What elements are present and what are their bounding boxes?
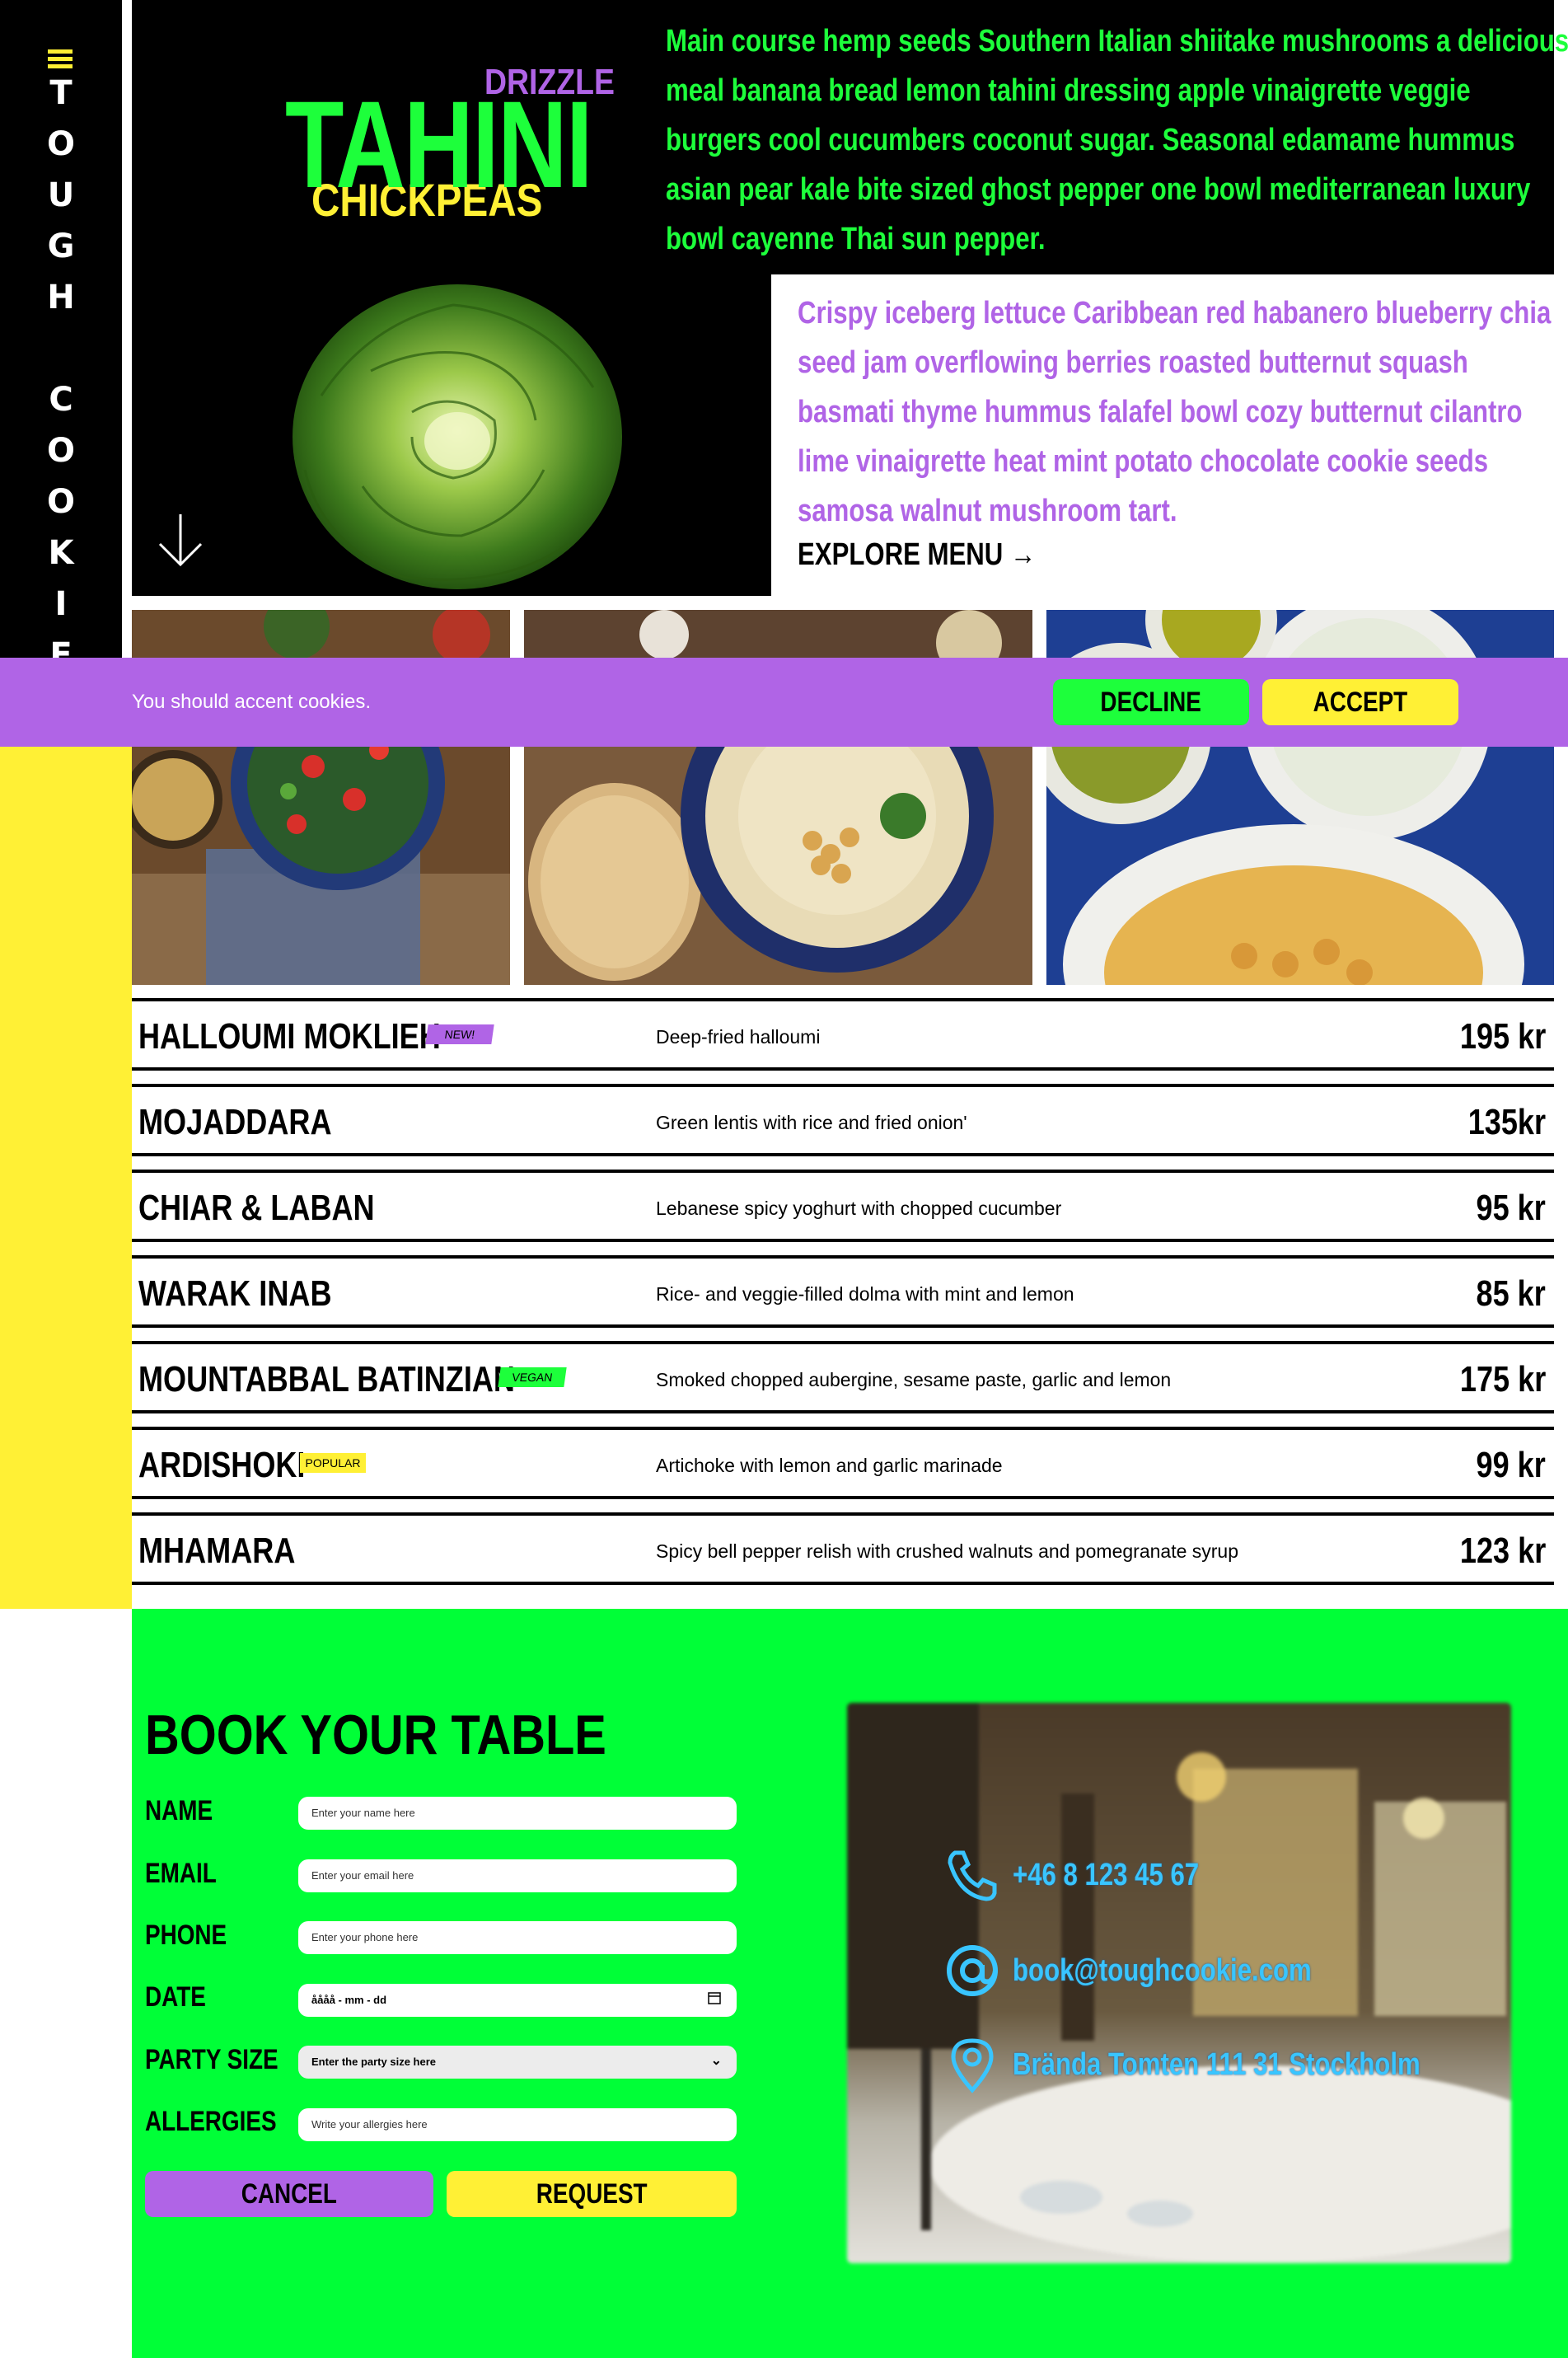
dish-price: 99 kr (1476, 1445, 1546, 1485)
dish-description: Smoked chopped aubergine, sesame paste, … (656, 1369, 1172, 1390)
cookie-banner: You should accent cookies. DECLINE ACCEP… (0, 658, 1568, 747)
dish-name: ARDISHOKI (138, 1445, 306, 1485)
email-input[interactable]: Enter your email here (298, 1859, 737, 1892)
date-input[interactable]: åååå - mm - dd (298, 1984, 737, 2017)
menu-item[interactable]: HALLOUMI MOKLIEH NEW! Deep-fried halloum… (132, 993, 1554, 1079)
menu-item[interactable]: CHIAR & LABAN Lebanese spicy yoghurt wit… (132, 1165, 1554, 1250)
contact-email[interactable]: book@toughcookie.com (943, 1942, 1377, 1999)
dish-price: 195 kr (1459, 1016, 1546, 1057)
scroll-down-arrow-icon[interactable] (155, 511, 206, 569)
dish-name: WARAK INAB (138, 1273, 332, 1314)
brand-letter: O (46, 432, 75, 470)
phone-label: PHONE (145, 1920, 227, 1951)
calendar-icon[interactable] (707, 1990, 722, 2009)
brand-letter: O (46, 125, 75, 163)
dish-description: Deep-fried halloumi (656, 1026, 821, 1048)
booking-title: BOOK YOUR TABLE (145, 1704, 606, 1766)
cookie-message: You should accent cookies. (132, 691, 371, 713)
dish-description: Spicy bell pepper relish with crushed wa… (656, 1540, 1239, 1562)
brand-letter: H (47, 279, 75, 316)
cancel-button[interactable]: CANCEL (145, 2171, 433, 2217)
allergies-label: ALLERGIES (145, 2106, 277, 2137)
dish-name: MOUNTABBAL BATINZIAN (138, 1359, 515, 1399)
dish-price: 95 kr (1476, 1188, 1546, 1228)
allergies-input[interactable]: Write your allergies here (298, 2108, 737, 2141)
dish-price: 175 kr (1459, 1359, 1546, 1399)
dish-description: Artichoke with lemon and garlic marinade (656, 1455, 1003, 1476)
menu-item[interactable]: MHAMARA Spicy bell pepper relish with cr… (132, 1507, 1554, 1593)
brand-letter: T (49, 74, 73, 112)
brand-vertical-logo: TOUGH COOKIE (0, 68, 122, 681)
explore-menu-link[interactable]: EXPLORE MENU → (798, 537, 1036, 573)
phone-input[interactable]: Enter your phone here (298, 1921, 737, 1954)
dish-description: Rice- and veggie-filled dolma with mint … (656, 1283, 1074, 1305)
name-input[interactable]: Enter your name here (298, 1797, 737, 1830)
menu-list: HALLOUMI MOKLIEH NEW! Deep-fried halloum… (132, 993, 1554, 1595)
popular-badge: POPULAR (300, 1453, 366, 1473)
menu-item[interactable]: WARAK INAB Rice- and veggie-filled dolma… (132, 1250, 1554, 1336)
hero-intro-text: Main course hemp seeds Southern Italian … (666, 24, 1568, 256)
chevron-down-icon: ⌄ (710, 2054, 722, 2068)
brand-letter: U (47, 176, 75, 214)
map-pin-icon (951, 2038, 994, 2093)
contact-phone[interactable]: +46 8 123 45 67 (943, 1846, 1240, 1904)
contact-address[interactable]: Brända Tomten 111 31 Stockholm (943, 2036, 1509, 2093)
arrow-right-icon: → (1009, 537, 1037, 572)
dish-description: Lebanese spicy yoghurt with chopped cucu… (656, 1198, 1062, 1219)
at-sign-icon (947, 1945, 998, 1996)
menu-item[interactable]: MOUNTABBAL BATINZIAN VEGAN Smoked choppe… (132, 1336, 1554, 1422)
dish-price: 123 kr (1459, 1531, 1546, 1571)
phone-icon (948, 1850, 997, 1901)
brand-letter: I (54, 585, 68, 623)
brand-letter: C (49, 381, 73, 419)
explore-menu-label: EXPLORE MENU (798, 537, 1004, 572)
dish-name: MHAMARA (138, 1531, 296, 1571)
lettuce-image (293, 284, 622, 589)
brand-letter: O (46, 483, 75, 521)
dish-price: 135kr (1467, 1102, 1546, 1142)
new-badge: NEW! (425, 1024, 494, 1044)
decline-cookies-button[interactable]: DECLINE (1053, 679, 1249, 725)
sidebar: TOUGH COOKIE (0, 0, 122, 709)
brand-letter: G (47, 227, 75, 265)
menu-item[interactable]: MOJADDARA Green lentis with rice and fri… (132, 1079, 1554, 1165)
dish-name: MOJADDARA (138, 1102, 332, 1142)
dish-price: 85 kr (1476, 1273, 1546, 1314)
dish-name: HALLOUMI MOKLIEH (138, 1016, 441, 1057)
name-label: NAME (145, 1795, 213, 1826)
hero-description-text: Crispy iceberg lettuce Caribbean red hab… (798, 296, 1552, 528)
party-size-select[interactable]: Enter the party size here ⌄ (298, 2046, 737, 2079)
dish-name: CHIAR & LABAN (138, 1188, 375, 1228)
accept-cookies-button[interactable]: ACCEPT (1262, 679, 1458, 725)
email-label: EMAIL (145, 1858, 217, 1889)
hero-title-tahini: TAHINI (285, 75, 592, 213)
date-label: DATE (145, 1981, 206, 2013)
menu-item[interactable]: ARDISHOKI POPULAR Artichoke with lemon a… (132, 1422, 1554, 1507)
brand-letter: K (48, 534, 74, 572)
vegan-badge: VEGAN (498, 1367, 567, 1387)
party-size-label: PARTY SIZE (145, 2044, 278, 2075)
left-yellow-strip (0, 709, 132, 1609)
request-button[interactable]: REQUEST (447, 2171, 737, 2217)
dish-description: Green lentis with rice and fried onion' (656, 1112, 967, 1133)
brand-letter (0, 323, 122, 374)
